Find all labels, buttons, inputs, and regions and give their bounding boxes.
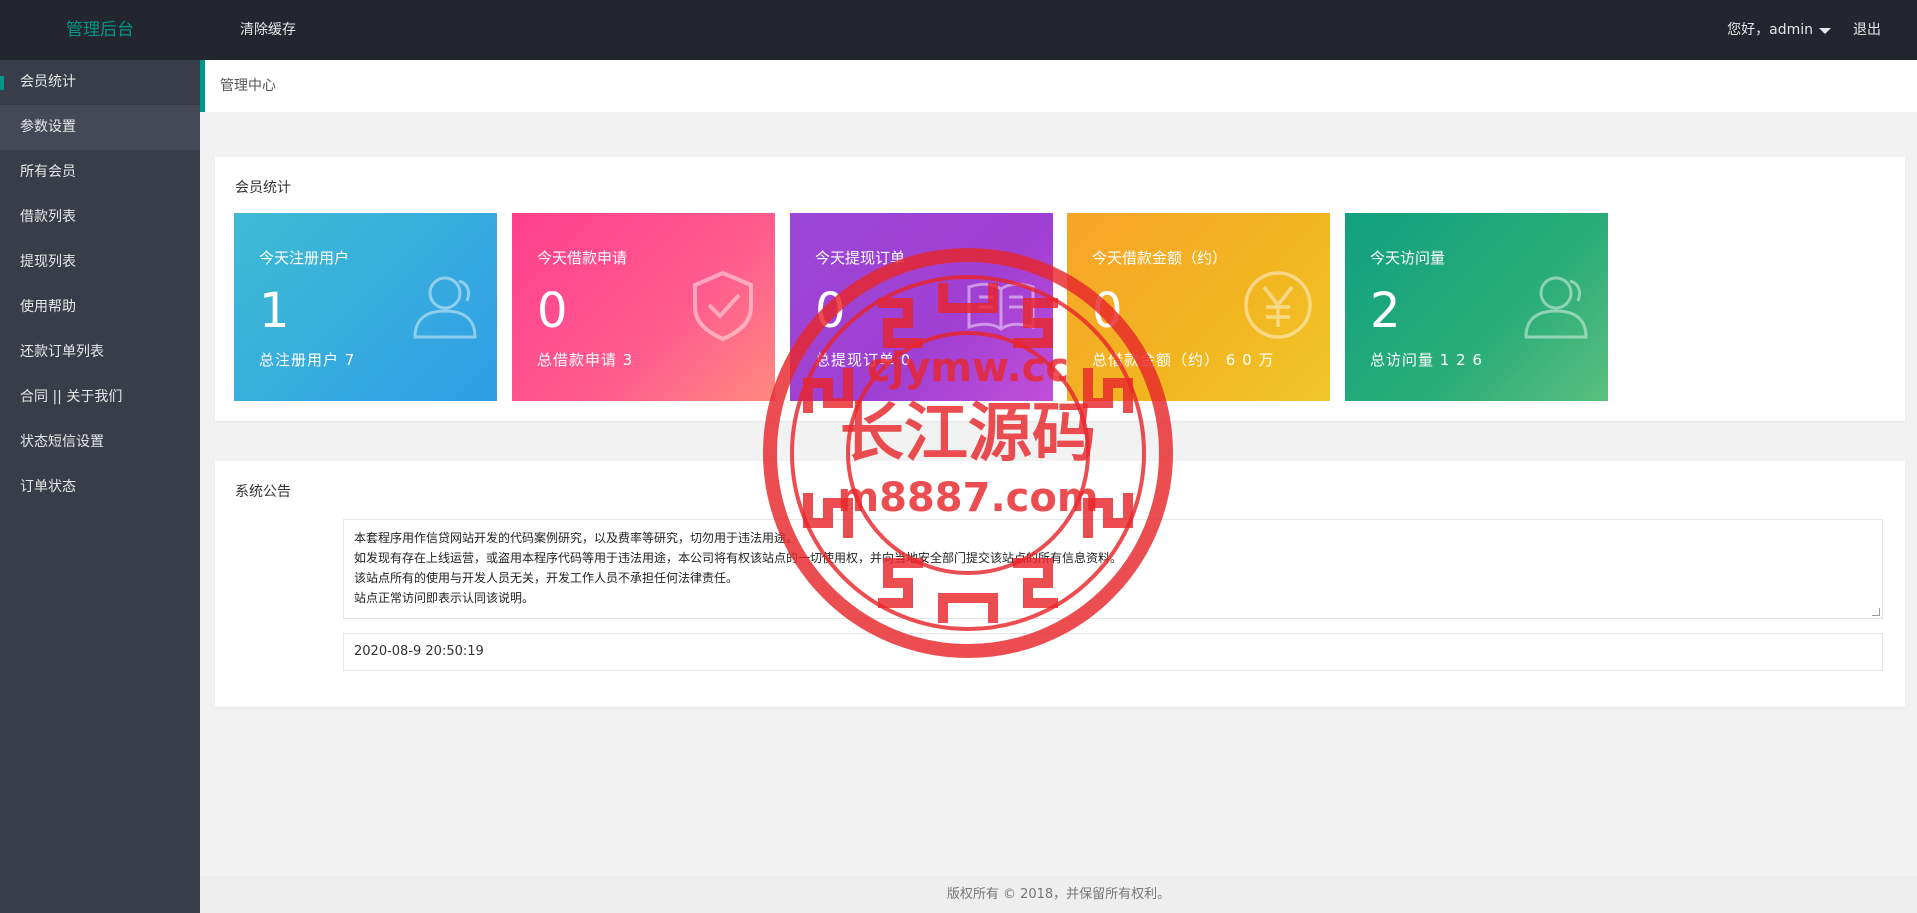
date-field[interactable]: 2020-08-9 20:50:19: [343, 633, 1883, 671]
sidebar-item-all-members[interactable]: 所有会员: [0, 150, 200, 195]
stat-value: 2: [1370, 283, 1401, 339]
stat-label: 今天访问量: [1370, 249, 1446, 267]
stat-value: 0: [537, 283, 568, 339]
caret-down-icon: [1819, 28, 1831, 34]
stats-title: 会员统计: [235, 180, 291, 196]
stat-today-visits[interactable]: 今天访问量 2 总访问量 1 2 6: [1345, 213, 1608, 401]
stat-today-loan-applications[interactable]: 今天借款申请 0 总借款申请 3: [512, 213, 775, 401]
sidebar-item-loans[interactable]: 借款列表: [0, 195, 200, 240]
stat-total: 总注册用户 7: [259, 351, 356, 369]
sidebar-item-repayment-orders[interactable]: 还款订单列表: [0, 330, 200, 375]
app-logo[interactable]: 管理后台: [0, 0, 200, 60]
stat-today-registrations[interactable]: 今天注册用户 1 总注册用户 7: [234, 213, 497, 401]
sidebar-item-member-stats[interactable]: 会员统计: [0, 60, 200, 105]
stat-total: 总借款申请 3: [537, 351, 634, 369]
sidebar-item-order-status[interactable]: 订单状态: [0, 465, 200, 510]
main-content: 管理中心 会员统计 今天注册用户 1 总注册用户 7 今天借款申请 0 总借款申…: [200, 60, 1917, 913]
sidebar-item-sms-settings[interactable]: 状态短信设置: [0, 420, 200, 465]
book-icon: [967, 282, 1035, 331]
stat-label: 今天借款金额（约）: [1092, 249, 1228, 267]
shield-check-icon: [693, 270, 753, 342]
top-header: 管理后台 清除缓存 您好，admin 退出: [0, 0, 1917, 60]
notice-line: 该站点所有的使用与开发人员无关，开发工作人员不承担任何法律责任。: [354, 571, 739, 585]
stat-total: 总借款金额（约） 6 0 万: [1092, 351, 1275, 369]
sidebar-item-help[interactable]: 使用帮助: [0, 285, 200, 330]
notice-line: 如发现有存在上线运营，或盗用本程序代码等用于违法用途，本公司将有权该站点的一切使…: [354, 551, 1123, 565]
clear-cache-link[interactable]: 清除缓存: [240, 0, 296, 60]
sidebar-item-params[interactable]: 参数设置: [0, 105, 200, 150]
stat-value: 0: [815, 283, 846, 339]
stat-value: 0: [1092, 283, 1123, 339]
stat-total: 总提现订单 0: [815, 351, 912, 369]
notice-line: 站点正常访问即表示认同该说明。: [354, 591, 535, 605]
stat-value: 1: [259, 283, 290, 339]
stat-total: 总访问量 1 2 6: [1370, 351, 1483, 369]
resize-handle-icon[interactable]: [1872, 608, 1880, 616]
footer-copyright: 版权所有 © 2018，并保留所有权利。: [200, 876, 1917, 913]
notice-line: 本套程序用作信贷网站开发的代码案例研究，以及费率等研究，切勿用于违法用途。: [354, 531, 799, 545]
stat-today-withdrawals[interactable]: 今天提现订单 0 总提现订单 0: [790, 213, 1053, 401]
user-icon: [1524, 276, 1588, 339]
yen-icon: [1244, 271, 1312, 339]
user-icon: [413, 276, 477, 339]
stat-label: 今天注册用户: [259, 249, 350, 267]
notice-textarea[interactable]: 本套程序用作信贷网站开发的代码案例研究，以及费率等研究，切勿用于违法用途。 如发…: [343, 519, 1883, 619]
stat-today-loan-amount[interactable]: 今天借款金额（约） 0 总借款金额（约） 6 0 万: [1067, 213, 1330, 401]
stat-label: 今天提现订单: [815, 249, 906, 267]
stat-label: 今天借款申请: [537, 249, 628, 267]
sidebar: 会员统计 参数设置 所有会员 借款列表 提现列表 使用帮助 还款订单列表 合同 …: [0, 60, 200, 913]
user-menu[interactable]: 您好，admin: [1727, 0, 1831, 60]
breadcrumb: 管理中心: [200, 60, 1917, 112]
user-greeting: 您好，admin: [1727, 22, 1813, 38]
logout-link[interactable]: 退出: [1853, 0, 1881, 60]
notice-title: 系统公告: [235, 484, 291, 500]
user-area: 您好，admin 退出: [1727, 0, 1881, 60]
sidebar-item-withdrawals[interactable]: 提现列表: [0, 240, 200, 285]
notice-card: 系统公告 本套程序用作信贷网站开发的代码案例研究，以及费率等研究，切勿用于违法用…: [215, 461, 1905, 707]
sidebar-item-contract-about[interactable]: 合同 || 关于我们: [0, 375, 200, 420]
stats-card: 会员统计 今天注册用户 1 总注册用户 7 今天借款申请 0 总借款申请 3 今…: [215, 157, 1905, 421]
